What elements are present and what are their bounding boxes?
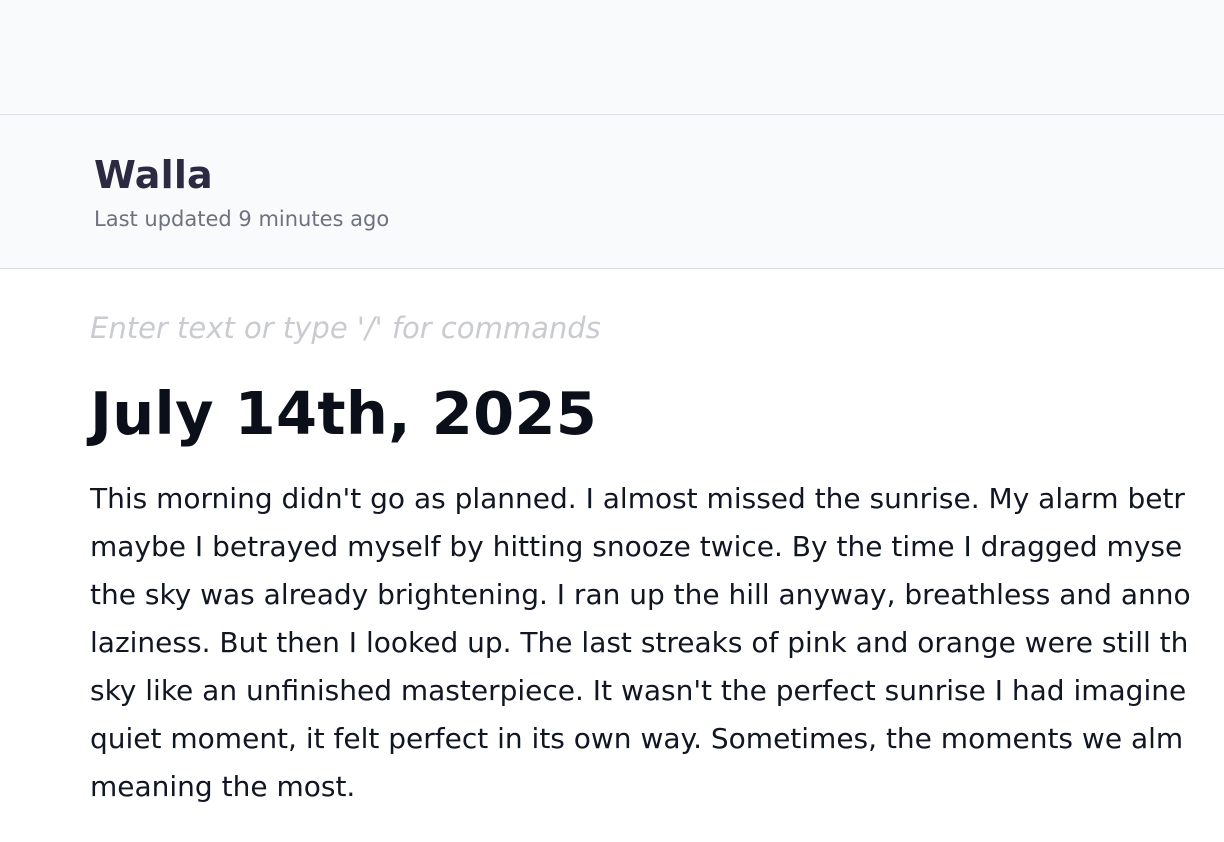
paragraph-line: meaning the most. (90, 770, 356, 803)
document-header: Walla Last updated 9 minutes ago (0, 115, 1224, 269)
document-title[interactable]: Walla (94, 153, 213, 197)
paragraph-line: sky like an unfinished masterpiece. It w… (90, 674, 1187, 707)
entry-heading[interactable]: July 14th, 2025 (90, 379, 597, 448)
paragraph-line: laziness. But then I looked up. The last… (90, 626, 1189, 659)
paragraph-line: the sky was already brightening. I ran u… (90, 578, 1191, 611)
paragraph-line: maybe I betrayed myself by hitting snooz… (90, 530, 1183, 563)
top-bar (0, 0, 1224, 115)
paragraph-line: quiet moment, it felt perfect in its own… (90, 722, 1184, 755)
last-updated-text: Last updated 9 minutes ago (94, 207, 390, 231)
paragraph-line: This morning didn't go as planned. I alm… (90, 482, 1185, 515)
entry-paragraph[interactable]: This morning didn't go as planned. I alm… (90, 475, 1224, 811)
editor-placeholder[interactable]: Enter text or type '/' for commands (90, 311, 601, 345)
editor-area[interactable]: Enter text or type '/' for commands July… (0, 269, 1224, 842)
